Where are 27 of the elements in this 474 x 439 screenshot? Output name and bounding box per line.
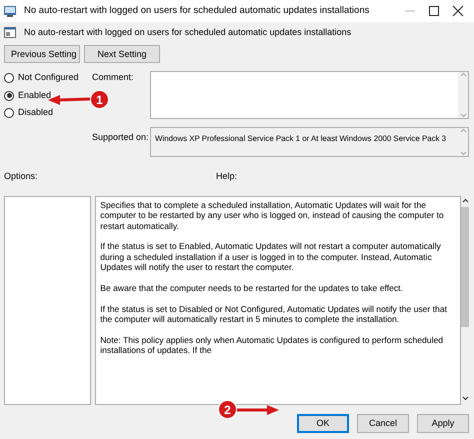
dialog-button[interactable]: Cancel (357, 414, 409, 433)
help-paragraph: If the status is set to Disabled or Not Configured, Automatic Updates will notify the user that the computer will automatically restart in 5 minutes to complete the installation. (100, 304, 448, 325)
options-label: Options: (4, 171, 38, 182)
help-paragraph: Specifies that to complete a scheduled installation, Automatic Updates will wait for the computer to be restarted by any user who is logged on, instead of causing the computer to restart automatically. (100, 200, 445, 232)
nav-button[interactable]: Next Setting (84, 44, 160, 64)
window-title: No auto-restart with logged on users for scheduled automatic updates installations (24, 4, 370, 18)
supported-on-label: Supported on: (92, 132, 149, 142)
policy-icon (4, 5, 16, 17)
dialog-button[interactable]: OK (297, 414, 349, 433)
nav-button[interactable]: Previous Setting (4, 44, 80, 64)
radio-label[interactable]: Enabled (18, 88, 52, 102)
arrow-icon (237, 404, 279, 416)
help-paragraph: Note: This policy applies only when Automatic Updates is configured to perform scheduled installations of updates. If the (100, 335, 444, 356)
scroll-up-icon[interactable] (462, 198, 468, 203)
help-paragraph: Be aware that the computer needs to be restarted for the updates to take effect. (100, 283, 404, 294)
radio-button[interactable] (4, 90, 14, 101)
radio-button[interactable] (4, 108, 14, 118)
radio-label[interactable]: Not Configured (18, 71, 79, 85)
help-paragraph: If the status is set to Enabled, Automatic Updates will not restart a computer automatically during a scheduled installation if a user is logged in to the computer. Instead, Automatic Updates will notify the user to restart the computer. (100, 241, 442, 273)
scroll-down-icon[interactable] (462, 396, 468, 402)
comment-label: Comment: (92, 72, 134, 82)
help-label: Help: (216, 170, 238, 184)
dialog-button[interactable]: Apply (417, 414, 469, 433)
policy-title: No auto-restart with logged on users for scheduled automatic updates installations (24, 26, 352, 39)
radio-label[interactable]: Disabled (18, 106, 54, 120)
radio-button[interactable] (4, 73, 14, 84)
policy-icon (4, 27, 16, 38)
